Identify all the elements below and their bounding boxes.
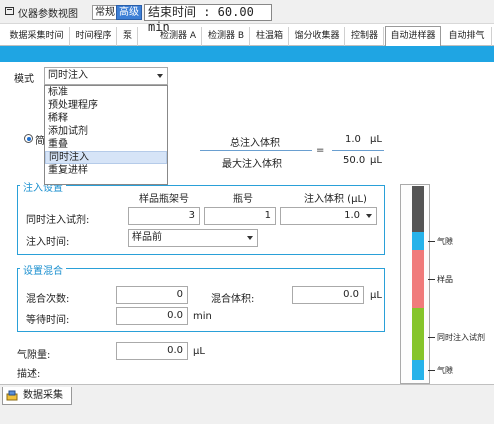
total-injection-volume-value: 1.0	[345, 134, 361, 145]
chevron-down-icon	[247, 236, 253, 240]
mode-option[interactable]: 预处理程序	[45, 99, 167, 112]
rack-column-header: 样品瓶架号	[139, 194, 189, 205]
tab-pump[interactable]: 泵	[118, 27, 138, 46]
air-gap-label: 气隙量:	[17, 350, 51, 361]
mixing-volume-field[interactable]: 0.0	[292, 286, 364, 304]
mode-option[interactable]: 重叠	[45, 138, 167, 151]
sample-label: 样品	[437, 275, 453, 284]
simultaneous-reagent-label: 同时注入试剂:	[26, 215, 90, 226]
fraction-line-left	[200, 150, 312, 151]
mode-option-highlighted[interactable]: 同时注入	[45, 151, 167, 164]
air-gap-label-top: 气隙	[437, 237, 453, 246]
air-gap-tick	[428, 370, 435, 371]
air-gap-unit: μL	[193, 346, 205, 357]
tab-detector-b[interactable]: 检测器 B	[203, 27, 250, 46]
injection-timing-value: 样品前	[132, 232, 162, 243]
reagent-tick	[428, 337, 435, 338]
view-mode-advanced-button[interactable]: 高级	[116, 5, 142, 20]
vial-number-field[interactable]: 1	[204, 207, 276, 225]
end-time-display: 结束时间 : 60.00 min	[144, 4, 272, 34]
window-icon	[5, 7, 14, 15]
chevron-down-icon	[366, 214, 372, 218]
title-bar: 仪器参数视图 常规 高级 结束时间 : 60.00 min	[0, 0, 494, 34]
view-mode-normal-button[interactable]: 常规	[92, 5, 118, 20]
mode-option[interactable]: 标准	[45, 86, 167, 99]
wait-time-field[interactable]: 0.0	[116, 307, 188, 325]
needle-sample-segment	[412, 250, 424, 308]
needle-reagent-segment	[412, 308, 424, 360]
vial-column-header: 瓶号	[233, 194, 253, 205]
max-injection-volume-unit: μL	[370, 155, 382, 166]
equals-sign: =	[316, 145, 325, 156]
max-injection-volume-label: 最大注入体积	[222, 159, 282, 170]
chevron-down-icon	[157, 74, 163, 78]
needle-air-gap-segment	[412, 360, 424, 380]
mode-select[interactable]: 同时注入	[44, 67, 168, 85]
simple-radio[interactable]	[24, 134, 33, 143]
mode-dropdown-list: 标准 预处理程序 稀释 添加试剂 重叠 同时注入 重复进样	[44, 85, 168, 185]
tab-time-program[interactable]: 时间程序	[71, 27, 117, 46]
mode-label: 模式	[14, 74, 34, 85]
injection-timing-select[interactable]: 样品前	[128, 229, 258, 247]
sample-tick	[428, 279, 435, 280]
air-gap-field[interactable]: 0.0	[116, 342, 188, 360]
wait-time-label: 等待时间:	[26, 315, 70, 326]
tab-data-acquisition-time[interactable]: 数据采集时间	[4, 27, 70, 46]
needle-air-gap-segment	[412, 232, 424, 250]
reagent-label: 同时注入试剂	[437, 333, 485, 342]
bottom-tab-label: 数据采集	[23, 390, 63, 401]
max-injection-volume-value: 50.0	[343, 155, 366, 166]
mode-option[interactable]: 重复进样	[45, 164, 167, 177]
mode-option[interactable]: 稀释	[45, 112, 167, 125]
wait-time-unit: min	[193, 311, 212, 322]
air-gap-tick	[428, 241, 435, 242]
mixing-volume-label: 混合体积:	[211, 294, 255, 305]
injection-volume-select[interactable]: 1.0	[280, 207, 377, 225]
mixing-count-field[interactable]: 0	[116, 286, 188, 304]
injection-timing-label: 注入时间:	[26, 237, 70, 248]
tab-bar: 数据采集时间 时间程序 泵 检测器 A 检测器 B 柱温箱 馏分收集器 控制器 …	[0, 26, 494, 46]
tab-controller[interactable]: 控制器	[346, 27, 384, 46]
needle-empty-segment	[412, 186, 424, 232]
volume-column-header: 注入体积 (μL)	[304, 194, 367, 205]
mode-option[interactable]: 添加试剂	[45, 125, 167, 138]
total-injection-volume-label: 总注入体积	[230, 138, 280, 149]
mixing-count-label: 混合次数:	[26, 294, 70, 305]
tab-fraction-collector[interactable]: 馏分收集器	[290, 27, 345, 46]
window-title: 仪器参数视图	[18, 9, 78, 20]
rack-number-field[interactable]: 3	[128, 207, 200, 225]
fraction-line-right	[332, 150, 384, 151]
injection-volume-value: 1.0	[344, 210, 360, 221]
mixing-settings-title: 设置混合	[20, 262, 66, 277]
tab-auto-purge[interactable]: 自动排气	[442, 27, 492, 46]
instrument-icon	[6, 390, 18, 401]
air-gap-label-bottom: 气隙	[437, 366, 453, 375]
header-band	[0, 46, 494, 62]
tab-data-acquisition[interactable]: 数据采集	[2, 387, 72, 405]
total-injection-volume-unit: μL	[370, 134, 382, 145]
tab-autosampler[interactable]: 自动进样器	[385, 26, 441, 46]
tab-detector-a[interactable]: 检测器 A	[155, 27, 202, 46]
bottom-tab-bar: 数据采集	[0, 384, 494, 424]
description-label: 描述:	[17, 369, 41, 380]
mode-select-value: 同时注入	[48, 70, 88, 81]
mixing-volume-unit: μL	[370, 290, 382, 301]
tab-column-oven[interactable]: 柱温箱	[251, 27, 289, 46]
